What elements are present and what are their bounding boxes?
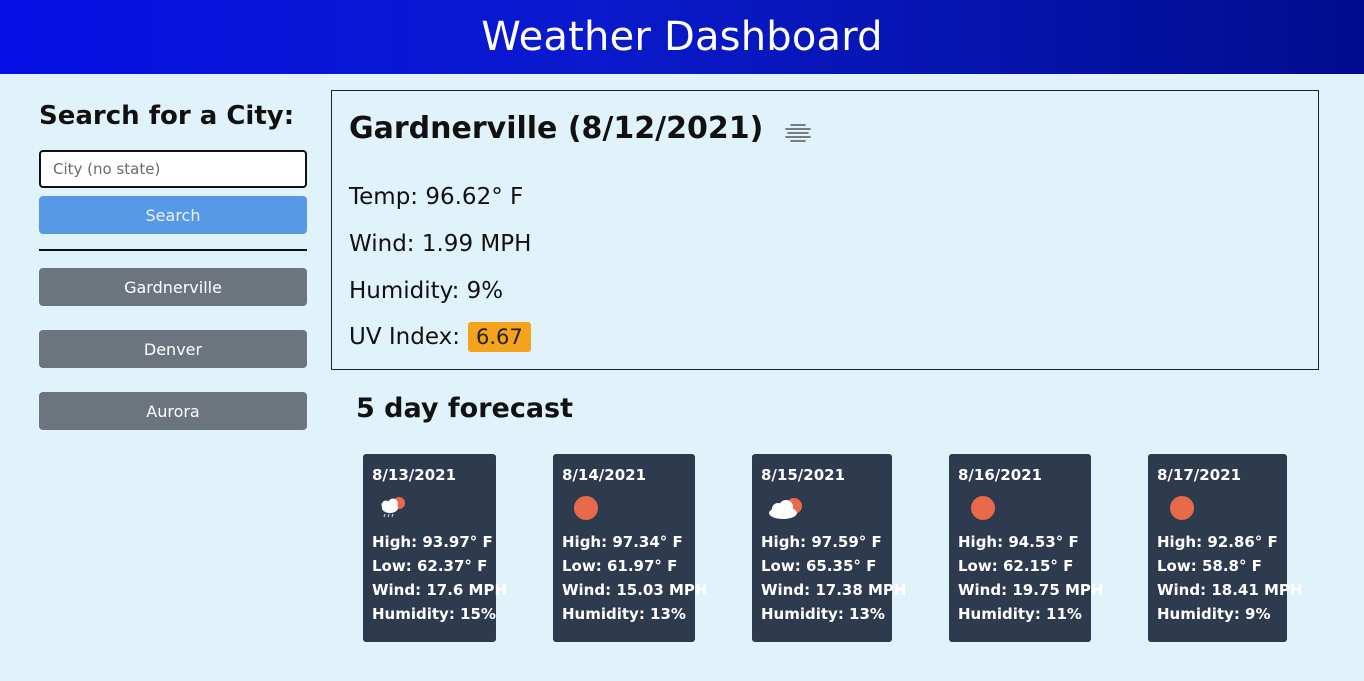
current-weather-panel: Gardnerville (8/12/2021) Temp: 96.62° F … <box>331 90 1319 370</box>
current-humidity: Humidity: 9% <box>349 278 504 304</box>
current-uv-row: UV Index: 6.67 <box>349 322 531 352</box>
forecast-card: 8/13/2021 High: 93.97° F Low: 62.37° F W… <box>363 454 508 642</box>
forecast-card: 8/14/2021 High: 97.34° F Low: 61.97° F W… <box>553 454 708 642</box>
sun-icon <box>1157 486 1278 530</box>
forecast-card: 8/16/2021 High: 94.53° F Low: 62.15° F W… <box>949 454 1104 642</box>
history-button-gardnerville[interactable]: Gardnerville <box>39 268 307 306</box>
forecast-date: 8/17/2021 <box>1157 466 1242 484</box>
current-weather-title: Gardnerville (8/12/2021) <box>349 111 813 146</box>
forecast-humidity: Humidity: 13% <box>761 605 885 623</box>
uv-label: UV Index: <box>349 324 460 350</box>
forecast-card: 8/15/2021 High: 97.59° F Low: 65.35° F W… <box>752 454 907 642</box>
sidebar: Search for a City: Search Gardnerville D… <box>39 96 307 430</box>
forecast-low: Low: 58.8° F <box>1157 557 1262 575</box>
forecast-date: 8/15/2021 <box>761 466 846 484</box>
forecast-high: High: 94.53° F <box>958 533 1079 551</box>
forecast-humidity: Humidity: 13% <box>562 605 686 623</box>
current-temp: Temp: 96.62° F <box>349 184 524 210</box>
city-search-input[interactable] <box>39 150 307 188</box>
forecast-humidity: Humidity: 9% <box>1157 605 1271 623</box>
search-heading: Search for a City: <box>39 101 295 131</box>
forecast-low: Low: 62.15° F <box>958 557 1074 575</box>
forecast-low: Low: 65.35° F <box>761 557 877 575</box>
forecast-high: High: 97.59° F <box>761 533 882 551</box>
page-title: Weather Dashboard <box>481 14 883 60</box>
search-button[interactable]: Search <box>39 196 307 234</box>
forecast-date: 8/13/2021 <box>372 466 457 484</box>
app-header: Weather Dashboard <box>0 0 1364 74</box>
forecast-high: High: 92.86° F <box>1157 533 1278 551</box>
cloud-sun-icon <box>761 486 883 530</box>
forecast-title: 5 day forecast <box>356 393 574 424</box>
sidebar-divider <box>39 249 307 251</box>
forecast-high: High: 97.34° F <box>562 533 683 551</box>
forecast-low: Low: 62.37° F <box>372 557 488 575</box>
forecast-wind: Wind: 17.38 MPH <box>761 581 907 599</box>
forecast-wind: Wind: 17.6 MPH <box>372 581 508 599</box>
history-button-aurora[interactable]: Aurora <box>39 392 307 430</box>
forecast-card: 8/17/2021 High: 92.86° F Low: 58.8° F Wi… <box>1148 454 1303 642</box>
rain-cloud-sun-icon <box>372 486 487 530</box>
current-wind: Wind: 1.99 MPH <box>349 231 532 257</box>
forecast-wind: Wind: 15.03 MPH <box>562 581 708 599</box>
current-city-date: Gardnerville (8/12/2021) <box>349 111 764 146</box>
fog-icon <box>783 117 813 142</box>
forecast-wind: Wind: 18.41 MPH <box>1157 581 1303 599</box>
forecast-humidity: Humidity: 15% <box>372 605 496 623</box>
forecast-date: 8/16/2021 <box>958 466 1043 484</box>
history-button-denver[interactable]: Denver <box>39 330 307 368</box>
forecast-wind: Wind: 19.75 MPH <box>958 581 1104 599</box>
forecast-date: 8/14/2021 <box>562 466 647 484</box>
sun-icon <box>562 486 686 530</box>
sun-icon <box>958 486 1082 530</box>
uv-index-badge: 6.67 <box>467 322 531 352</box>
forecast-humidity: Humidity: 11% <box>958 605 1082 623</box>
forecast-low: Low: 61.97° F <box>562 557 678 575</box>
forecast-high: High: 93.97° F <box>372 533 493 551</box>
